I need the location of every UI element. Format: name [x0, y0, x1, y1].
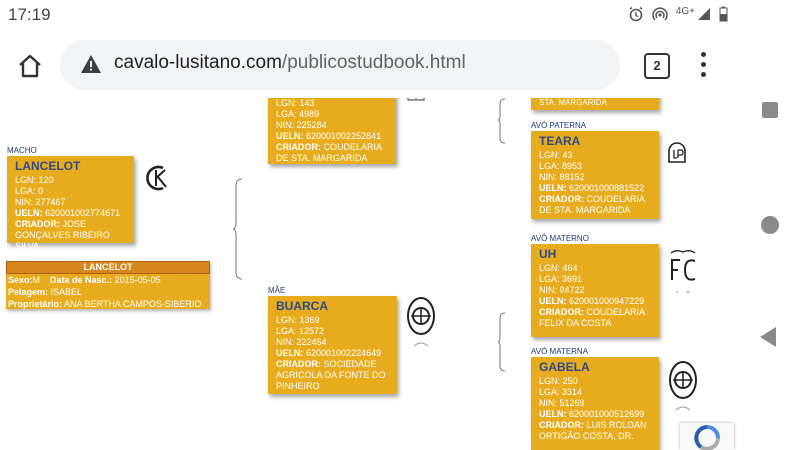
horse-card-buarca[interactable]: BUARCA LGN: 1369 LGA: 12572 NIN: 222464 …: [268, 296, 397, 394]
teara-ueln: 620001000881522: [569, 183, 645, 193]
recaptcha-badge[interactable]: [680, 423, 734, 450]
lancelot-criador-label: CRIADOR:: [15, 219, 60, 229]
lancelot-brand-icon: [146, 165, 167, 191]
lancelot-name: LANCELOT: [15, 159, 81, 173]
lancelot-ueln-label: UELN:: [15, 208, 43, 218]
sire-lga: LGA: 4989: [276, 109, 320, 119]
uh-ueln: 620001000947229: [569, 296, 645, 306]
uh-name: UH: [539, 247, 557, 261]
url-path: /publicostudbook.html: [281, 52, 466, 73]
uh-nin: NIN: 94722: [539, 285, 585, 295]
overflow-menu-icon[interactable]: [700, 52, 708, 82]
horse-card-lancelot[interactable]: LANCELOT LGN: 120 LGA: 0 NIN: 277467 UEL…: [7, 156, 134, 251]
info-sexo: M: [32, 275, 41, 285]
pedigree-page: STA. MARGARIDA LGN: 143 LGA: 4989 NIN: 2…: [0, 98, 740, 450]
status-icons: 4G+: [628, 6, 728, 22]
label-avo-materno: AVÔ MATERNO: [531, 234, 589, 243]
partial-card-text: STA. MARGARIDA: [539, 98, 607, 107]
lancelot-lgn: LGN: 120: [15, 175, 54, 185]
sire-criador-label: CRIADOR:: [276, 142, 321, 152]
home-nav-icon[interactable]: [761, 216, 779, 234]
gabela-criador-label: CRIADOR:: [539, 420, 584, 430]
horse-card-gabela[interactable]: GABELA LGN: 250 LGA: 3314 NIN: 51269 UEL…: [531, 357, 659, 450]
battery-icon: [719, 6, 728, 22]
buarca-ueln-label: UELN:: [276, 348, 304, 358]
buarca-brand-icon: [407, 297, 435, 347]
info-nasc: 2015-05-05: [114, 275, 161, 285]
signal-icon: [698, 8, 710, 20]
lancelot-lga: LGA: 0: [15, 186, 44, 196]
url-host: cavalo-lusitano.com: [114, 52, 282, 73]
browser-toolbar: cavalo-lusitano.com/publicostudbook.html…: [0, 32, 740, 98]
sire-lgn: LGN: 143: [276, 98, 315, 108]
buarca-nin: NIN: 222464: [276, 337, 327, 347]
uh-criador-label: CRIADOR:: [539, 307, 584, 317]
teara-criador-label: CRIADOR:: [539, 194, 584, 204]
teara-nin: NIN: 88152: [539, 172, 585, 182]
hotspot-icon: [652, 7, 668, 21]
sire-nin: NIN: 225284: [276, 120, 327, 130]
buarca-lga: LGA: 12572: [276, 326, 325, 336]
alarm-icon: [629, 6, 643, 22]
uh-lgn: LGN: 464: [539, 263, 578, 273]
address-bar[interactable]: cavalo-lusitano.com/publicostudbook.html: [60, 40, 620, 90]
tab-switcher-button[interactable]: 2: [644, 53, 670, 79]
buarca-lgn: LGN: 1369: [276, 315, 320, 325]
gabela-nin: NIN: 51269: [539, 398, 585, 408]
warning-icon[interactable]: [80, 54, 102, 74]
partial-card-top-right: STA. MARGARIDA: [531, 98, 659, 110]
gabela-ueln: 620001000512699: [569, 409, 645, 419]
label-avo-materna: AVÓ MATERNA: [531, 347, 589, 356]
teara-lgn: LGN: 43: [539, 150, 573, 160]
brace-top-right: [497, 98, 506, 144]
info-sexo-label: Sexo:: [8, 275, 33, 285]
sire-brand-icon: [407, 98, 425, 101]
back-icon[interactable]: [760, 327, 776, 347]
uh-brand-icon: [670, 250, 696, 293]
teara-name: TEARA: [539, 134, 581, 148]
home-icon[interactable]: [16, 52, 44, 80]
brace-bottom-right: [497, 312, 506, 372]
sire-ueln: 620001002252841: [306, 131, 382, 141]
recaptcha-icon: [694, 425, 720, 450]
horse-card-teara[interactable]: TEARA LGN: 43 LGA: 8953 NIN: 88152 UELN:…: [531, 131, 659, 219]
teara-ueln-label: UELN:: [539, 183, 567, 193]
clock: 17:19: [8, 5, 51, 24]
label-macho: MACHO: [7, 146, 37, 155]
info-prop-label: Proprietário:: [8, 299, 63, 309]
gabela-brand-icon: [669, 361, 697, 411]
lancelot-ueln: 620001002774671: [45, 208, 121, 218]
label-avo-paterna: AVÓ PATERNA: [531, 121, 587, 130]
info-pelagem: ISABEL: [50, 287, 83, 297]
lancelot-nin: NIN: 277467: [15, 197, 66, 207]
gabela-name: GABELA: [539, 360, 590, 374]
gabela-ueln-label: UELN:: [539, 409, 567, 419]
recents-icon[interactable]: [762, 102, 778, 118]
status-bar: 17:19 4G+: [0, 0, 740, 32]
label-mae: MÃE: [268, 286, 286, 295]
horse-card-uh[interactable]: UH LGN: 464 LGA: 3691 NIN: 94722 UELN: 6…: [531, 244, 659, 337]
info-title: LANCELOT: [6, 261, 210, 274]
buarca-criador-label: CRIADOR:: [276, 359, 321, 369]
info-prop: ANA BERTHA CAMPOS-SIBERIO: [64, 299, 202, 309]
gabela-lgn: LGN: 250: [539, 376, 578, 386]
teara-lga: LGA: 8953: [539, 161, 583, 171]
url-text[interactable]: cavalo-lusitano.com/publicostudbook.html: [114, 52, 466, 74]
uh-ueln-label: UELN:: [539, 296, 567, 306]
info-pelagem-label: Pelagem:: [8, 287, 49, 297]
sire-ueln-label: UELN:: [276, 131, 304, 141]
uh-lga: LGA: 3691: [539, 274, 583, 284]
gabela-lga: LGA: 3314: [539, 387, 583, 397]
teara-brand-icon: [668, 142, 686, 163]
horse-info-box: LANCELOT Sexo:M Data de Nasc.: 2015-05-0…: [6, 261, 210, 309]
info-nasc-label: Data de Nasc.:: [50, 275, 113, 285]
buarca-ueln: 620001002224649: [306, 348, 382, 358]
horse-card-sire[interactable]: LGN: 143 LGA: 4989 NIN: 225284 UELN: 620…: [268, 98, 396, 164]
buarca-name: BUARCA: [276, 299, 328, 313]
network-type-label: 4G+: [675, 5, 695, 17]
brace-left: [232, 178, 243, 280]
